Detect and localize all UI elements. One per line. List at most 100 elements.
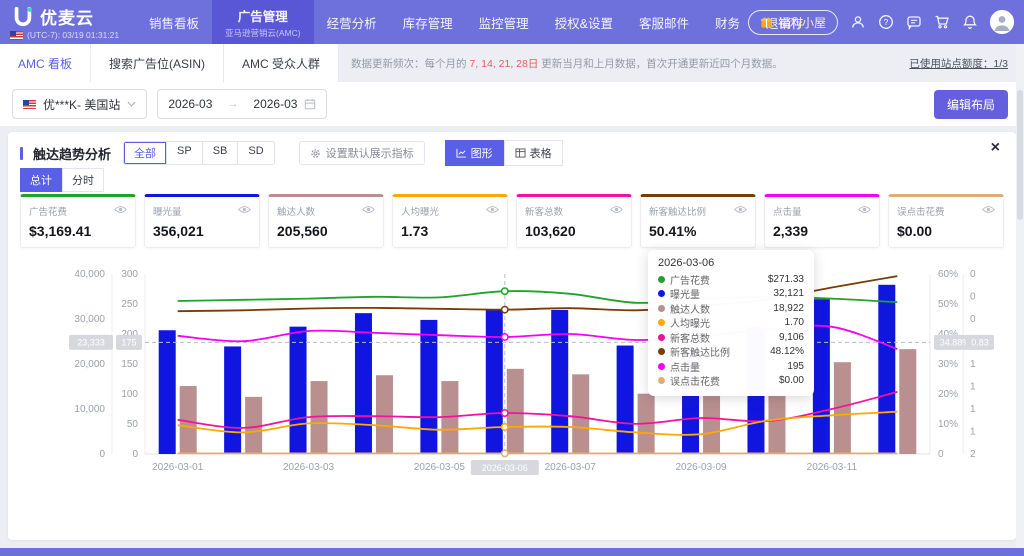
welfare-label: 福利小屋 bbox=[778, 14, 826, 31]
svg-text:250: 250 bbox=[121, 299, 138, 310]
eye-icon[interactable] bbox=[238, 205, 251, 217]
eye-icon[interactable] bbox=[114, 205, 127, 217]
metric-card-7[interactable]: 误点击花费 $0.00 bbox=[888, 194, 1004, 248]
scope-option-SP[interactable]: SP bbox=[166, 142, 202, 164]
metric-label: 误点击花费 bbox=[897, 204, 945, 218]
avatar-icon[interactable] bbox=[990, 10, 1014, 34]
tooltip-label: 广告花费 bbox=[670, 272, 710, 287]
svg-text:0: 0 bbox=[99, 449, 105, 460]
svg-text:0.83: 0.83 bbox=[971, 337, 989, 347]
tooltip-label: 点击量 bbox=[670, 359, 700, 374]
tab-1[interactable]: 搜索广告位(ASIN) bbox=[91, 44, 224, 82]
tooltip-label: 曝光量 bbox=[670, 286, 700, 301]
metric-card-6[interactable]: 点击量2,339 bbox=[764, 194, 880, 248]
trend-analysis-card: 触达趋势分析 全部SPSBSD 设置默认展示指标 图形 bbox=[8, 132, 1016, 540]
nav-item-2[interactable]: 经营分析 bbox=[314, 0, 390, 44]
tab-2[interactable]: AMC 受众人群 bbox=[224, 44, 339, 82]
message-icon[interactable] bbox=[906, 14, 922, 30]
svg-text:0: 0 bbox=[132, 449, 138, 460]
nav-item-label: 客服邮件 bbox=[639, 13, 689, 32]
nav-item-sublabel: 亚马逊营销云(AMC) bbox=[225, 27, 301, 39]
scope-option-SB[interactable]: SB bbox=[202, 142, 238, 164]
nav-item-5[interactable]: 授权&设置 bbox=[542, 0, 626, 44]
bell-icon[interactable] bbox=[962, 14, 978, 30]
scrollbar-thumb[interactable] bbox=[1017, 90, 1023, 220]
default-metrics-settings-button[interactable]: 设置默认展示指标 bbox=[299, 141, 425, 165]
site-quota[interactable]: 已使用站点额度：1/3 bbox=[909, 56, 1008, 71]
scope-option-SD[interactable]: SD bbox=[237, 142, 273, 164]
help-icon[interactable]: ? bbox=[878, 14, 894, 30]
eye-icon[interactable] bbox=[486, 205, 499, 217]
view-table-button[interactable]: 表格 bbox=[504, 140, 563, 166]
svg-text:10%: 10% bbox=[938, 419, 958, 430]
tooltip-value: 1.70 bbox=[785, 317, 804, 328]
nav-item-3[interactable]: 库存管理 bbox=[390, 0, 466, 44]
svg-text:40,000: 40,000 bbox=[74, 269, 105, 280]
notice-prefix: 数据更新频次：每个月的 bbox=[351, 58, 467, 70]
metric-value: 50.41% bbox=[649, 223, 747, 239]
svg-text:?: ? bbox=[884, 17, 889, 27]
close-icon[interactable]: × bbox=[991, 140, 1000, 156]
time-granularity-tabs: 总计分时 bbox=[20, 168, 104, 192]
nav-item-0[interactable]: 销售看板 bbox=[136, 0, 212, 44]
metric-card-3[interactable]: 人均曝光1.73 bbox=[392, 194, 508, 248]
time-tab-1[interactable]: 分时 bbox=[62, 168, 104, 192]
metric-label: 新客触达比例 bbox=[649, 204, 706, 218]
metric-card-0[interactable]: 广告花费$3,169.41 bbox=[20, 194, 136, 248]
notice-days: 7, 14, 21, 28日 bbox=[469, 58, 538, 70]
trend-chart-svg: 010,00020,00030,00040,000050100150200250… bbox=[8, 250, 1016, 500]
eye-icon[interactable] bbox=[362, 205, 375, 217]
tooltip-row: 触达人数18,922 bbox=[658, 301, 804, 316]
edit-layout-button[interactable]: 编辑布局 bbox=[934, 90, 1008, 119]
eye-icon[interactable] bbox=[982, 205, 995, 217]
nav-item-4[interactable]: 监控管理 bbox=[466, 0, 542, 44]
site-select[interactable]: 优***K- 美国站 bbox=[12, 89, 147, 119]
scrollbar-track[interactable] bbox=[1016, 44, 1024, 548]
metric-card-5[interactable]: 新客触达比例 50.41% bbox=[640, 194, 756, 248]
eye-icon[interactable] bbox=[734, 205, 747, 217]
date-range-picker[interactable]: 2026-03 → 2026-03 bbox=[157, 89, 327, 119]
view-chart-button[interactable]: 图形 bbox=[445, 140, 504, 166]
top-bar: 优麦云 (UTC-7): 03/19 01:31:21 销售看板广告管理亚马逊营… bbox=[0, 0, 1024, 44]
nav-item-7[interactable]: 财务 bbox=[702, 0, 753, 44]
svg-text:1: 1 bbox=[970, 427, 976, 438]
timezone-text: (UTC-7): 03/19 01:31:21 bbox=[27, 30, 119, 40]
svg-text:23,333: 23,333 bbox=[77, 337, 105, 347]
scope-option-全部[interactable]: 全部 bbox=[124, 142, 166, 164]
section-title: 触达趋势分析 bbox=[33, 144, 111, 163]
settings-label: 设置默认展示指标 bbox=[326, 145, 414, 161]
trend-chart[interactable]: 010,00020,00030,00040,000050100150200250… bbox=[8, 250, 1016, 500]
gift-icon bbox=[760, 16, 773, 29]
welfare-button[interactable]: 福利小屋 bbox=[748, 10, 838, 35]
metric-value: $3,169.41 bbox=[29, 223, 127, 239]
series-dot bbox=[658, 363, 665, 370]
timezone-clock: (UTC-7): 03/19 01:31:21 bbox=[10, 30, 119, 40]
svg-text:20,000: 20,000 bbox=[74, 359, 105, 370]
nav-item-1[interactable]: 广告管理亚马逊营销云(AMC) bbox=[212, 0, 314, 44]
metric-card-2[interactable]: 触达人数205,560 bbox=[268, 194, 384, 248]
line-chart-icon bbox=[456, 148, 467, 158]
eye-icon[interactable] bbox=[858, 205, 871, 217]
metric-label: 点击量 bbox=[773, 204, 802, 218]
tooltip-row: 点击量195 bbox=[658, 359, 804, 374]
time-tab-0[interactable]: 总计 bbox=[20, 168, 62, 192]
tooltip-label: 误点击花费 bbox=[670, 373, 720, 388]
user-icon[interactable] bbox=[850, 14, 866, 30]
svg-text:2026-03-06: 2026-03-06 bbox=[482, 463, 528, 473]
series-dot bbox=[658, 377, 665, 384]
svg-text:0: 0 bbox=[938, 449, 944, 460]
nav-item-label: 库存管理 bbox=[403, 13, 453, 32]
metric-card-4[interactable]: 新客总数103,620 bbox=[516, 194, 632, 248]
svg-text:20%: 20% bbox=[938, 389, 958, 400]
tab-0[interactable]: AMC 看板 bbox=[0, 44, 91, 82]
metric-value: $0.00 bbox=[897, 223, 995, 239]
nav-item-label: 销售看板 bbox=[149, 13, 199, 32]
notice-suffix: 更新当月和上月数据，首次开通更新近四个月数据。 bbox=[541, 58, 783, 70]
nav-item-6[interactable]: 客服邮件 bbox=[626, 0, 702, 44]
cart-icon[interactable] bbox=[934, 14, 950, 30]
eye-icon[interactable] bbox=[610, 205, 623, 217]
brand[interactable]: 优麦云 bbox=[12, 4, 94, 29]
svg-text:0: 0 bbox=[970, 314, 976, 325]
metric-card-1[interactable]: 曝光量356,021 bbox=[144, 194, 260, 248]
metric-label: 新客总数 bbox=[525, 204, 563, 218]
